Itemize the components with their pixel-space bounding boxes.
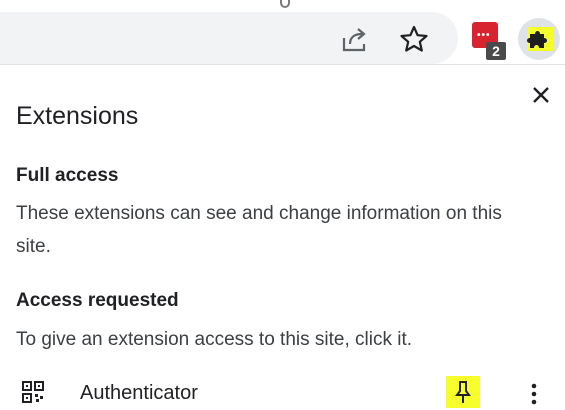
pin-button[interactable] <box>446 376 480 408</box>
extension-count-badge: 2 <box>486 42 506 60</box>
extensions-button[interactable] <box>518 18 560 60</box>
extension-dots-icon: ••• <box>477 30 491 41</box>
access-requested-description: To give an extension access to this site… <box>16 329 413 350</box>
address-bar[interactable] <box>0 12 458 64</box>
toolbar-divider <box>0 64 565 65</box>
tab-notch <box>280 0 290 8</box>
extension-name: Authenticator <box>80 382 198 404</box>
extension-row-authenticator[interactable]: Authenticator <box>0 372 565 410</box>
more-vert-icon[interactable] <box>522 378 546 410</box>
panel-title: Extensions <box>16 102 139 130</box>
browser-toolbar: ••• 2 <box>0 0 565 64</box>
browser-window: ••• 2 Extensions Full access These exten… <box>0 0 565 410</box>
share-icon[interactable] <box>340 26 370 54</box>
close-icon[interactable] <box>526 80 556 110</box>
qr-code-icon <box>22 381 44 403</box>
full-access-description: These extensions can see and change info… <box>16 203 502 257</box>
star-icon[interactable] <box>398 24 430 54</box>
pin-icon <box>455 381 471 403</box>
access-requested-heading: Access requested <box>16 290 179 311</box>
full-access-heading: Full access <box>16 165 119 186</box>
extension-badge-icon[interactable]: ••• 2 <box>472 22 506 60</box>
puzzle-icon <box>527 31 547 48</box>
